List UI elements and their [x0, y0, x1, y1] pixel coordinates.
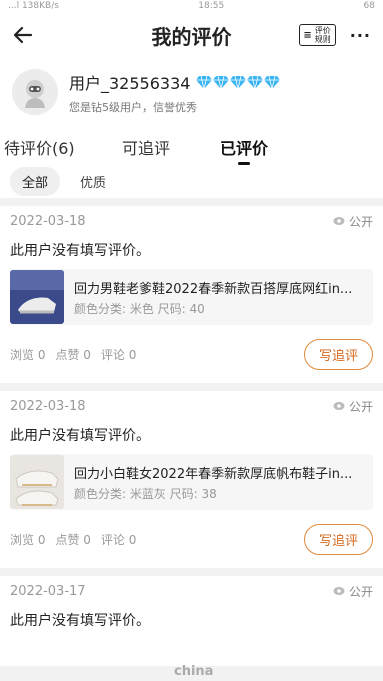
view-count: 浏览 0: [10, 532, 46, 547]
view-count: 浏览 0: [10, 347, 46, 362]
battery-level: 68: [363, 1, 375, 11]
product-name: 回力小白鞋女2022年春季新款厚底帆布鞋子in...: [74, 466, 353, 482]
tab-reviewed-label: 已评价: [220, 139, 269, 158]
diamond-icon: [264, 75, 281, 89]
watermark: china: [174, 664, 214, 679]
review-rules-label: 评价规则: [314, 26, 331, 44]
visibility-label: 公开: [348, 584, 373, 599]
network-speed: ...l 138KB/s: [8, 1, 59, 11]
filter-chips: 全部 优质: [0, 164, 383, 198]
header: 我的评价 ≡ 评价规则 ···: [0, 12, 383, 58]
visibility-label: 公开: [348, 214, 373, 229]
eye-icon: [333, 217, 345, 225]
review-card: 2022-03-18 公开 此用户没有填写评价。 回力男鞋老爹鞋2022春季新款…: [0, 206, 383, 383]
avatar[interactable]: [12, 69, 58, 115]
active-tab-indicator: [238, 162, 250, 165]
diamond-level-badge: [196, 75, 281, 89]
tab-pending[interactable]: 待评价(6): [4, 135, 75, 159]
eye-icon: [333, 587, 345, 595]
review-comment: 此用户没有填写评价。: [10, 613, 150, 629]
review-rules-button[interactable]: ≡ 评价规则: [299, 24, 336, 46]
like-count: 点赞 0: [55, 347, 91, 362]
diamond-icon: [230, 75, 247, 89]
username: 用户_32556334: [69, 73, 191, 93]
filter-all[interactable]: 全部: [10, 166, 61, 196]
visibility-toggle[interactable]: 公开: [333, 398, 373, 415]
clock: 18:55: [198, 1, 225, 11]
rules-icon: ≡: [303, 29, 312, 41]
tab-followup[interactable]: 可追评: [122, 135, 170, 159]
product-thumbnail: [10, 455, 64, 509]
review-comment: 此用户没有填写评价。: [10, 243, 150, 259]
product-spec: 颜色分类: 米蓝灰 尺码: 38: [74, 486, 217, 501]
product-spec: 颜色分类: 米色 尺码: 40: [74, 301, 205, 316]
filter-quality[interactable]: 优质: [68, 167, 118, 196]
review-card: 2022-03-18 公开 此用户没有填写评价。 回力小白鞋女2022年春季新款…: [0, 391, 383, 568]
comment-count: 评论 0: [100, 532, 137, 547]
back-button[interactable]: [0, 12, 46, 58]
status-bar: ...l 138KB/s 18:55 68: [0, 0, 383, 12]
diamond-icon: [196, 75, 213, 89]
credit-level-text: 您是钻5级用户，信誉优秀: [69, 100, 197, 114]
visibility-toggle[interactable]: 公开: [333, 583, 373, 600]
write-followup-button[interactable]: 写追评: [303, 338, 373, 370]
user-profile: 用户_32556334 您是钻5级用户，信誉优秀: [0, 58, 383, 126]
diamond-icon: [213, 75, 230, 89]
product-link[interactable]: 回力男鞋老爹鞋2022春季新款百搭厚底网红in... 颜色分类: 米色 尺码: …: [10, 269, 373, 325]
tab-reviewed[interactable]: 已评价: [220, 135, 269, 165]
review-card: 2022-03-17 公开 此用户没有填写评价。: [0, 576, 383, 666]
product-thumbnail: [10, 270, 64, 324]
visibility-label: 公开: [348, 399, 373, 414]
diamond-icon: [247, 75, 264, 89]
like-count: 点赞 0: [55, 532, 91, 547]
arrow-left-icon: [13, 26, 33, 44]
eye-icon: [333, 402, 345, 410]
review-date: 2022-03-17: [10, 583, 86, 599]
review-tabs: 待评价(6) 可追评 已评价: [0, 126, 383, 165]
product-name: 回力男鞋老爹鞋2022春季新款百搭厚底网红in...: [74, 281, 353, 297]
more-icon[interactable]: ···: [350, 26, 371, 45]
write-followup-button[interactable]: 写追评: [303, 523, 373, 555]
robot-avatar-icon: [25, 80, 45, 108]
review-comment: 此用户没有填写评价。: [10, 428, 150, 444]
comment-count: 评论 0: [100, 347, 137, 362]
review-date: 2022-03-18: [10, 398, 86, 414]
visibility-toggle[interactable]: 公开: [333, 213, 373, 230]
review-date: 2022-03-18: [10, 213, 86, 229]
product-link[interactable]: 回力小白鞋女2022年春季新款厚底帆布鞋子in... 颜色分类: 米蓝灰 尺码:…: [10, 454, 373, 510]
